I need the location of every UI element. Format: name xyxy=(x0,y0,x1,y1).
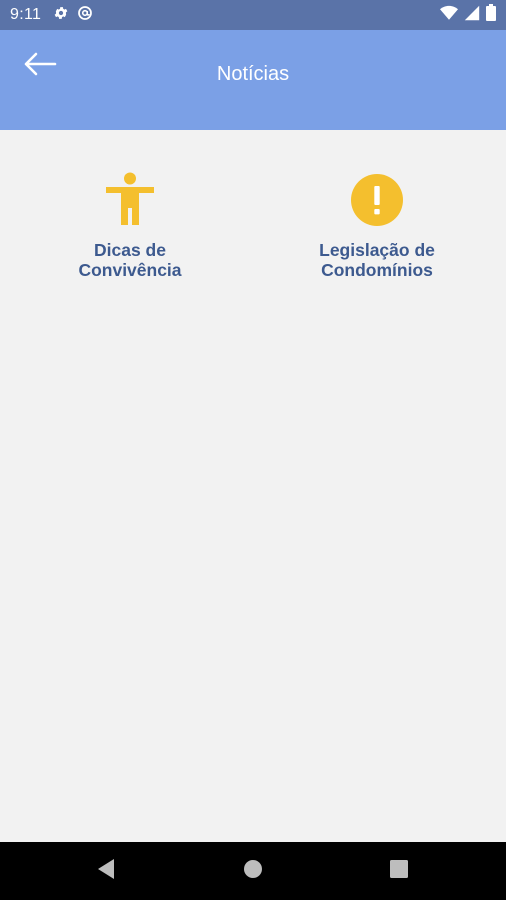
home-circle-icon xyxy=(243,859,263,884)
accessibility-person-icon xyxy=(102,172,158,228)
back-triangle-icon xyxy=(96,858,116,885)
gear-icon xyxy=(53,5,69,26)
nav-back-button[interactable] xyxy=(76,842,136,900)
nav-home-button[interactable] xyxy=(223,842,283,900)
menu-item-label: Legislação de Condomínios xyxy=(319,240,435,280)
status-time: 9:11 xyxy=(10,6,42,23)
exclamation-circle-icon xyxy=(349,172,405,228)
recents-square-icon xyxy=(390,859,408,883)
nav-recents-button[interactable] xyxy=(369,842,429,900)
app-bar: Notícias xyxy=(0,30,506,130)
menu-item-legislacao-de-condominios[interactable]: Legislação de Condomínios xyxy=(277,172,477,280)
page-title: Notícias xyxy=(216,63,290,85)
battery-icon xyxy=(486,4,496,26)
navigation-bar xyxy=(0,842,506,900)
status-bar: 9:11 xyxy=(0,0,506,30)
wifi-icon xyxy=(440,5,458,26)
cell-signal-icon xyxy=(464,5,480,26)
menu-item-dicas-de-convivencia[interactable]: Dicas de Convivência xyxy=(30,172,230,280)
menu-item-label: Dicas de Convivência xyxy=(78,240,182,280)
at-sync-icon xyxy=(77,5,93,26)
content-area: Dicas de Convivência Legislação de Condo… xyxy=(0,130,506,842)
